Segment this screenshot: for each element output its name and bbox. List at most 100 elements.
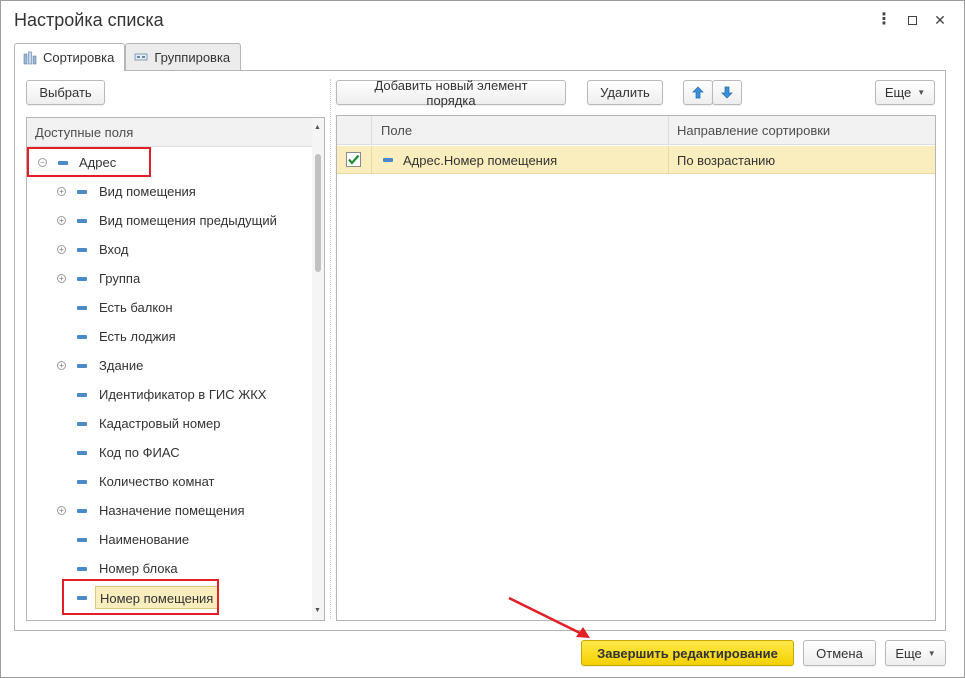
tree-item[interactable]: Количество комнат: [27, 467, 314, 496]
finish-editing-label: Завершить редактирование: [597, 645, 778, 661]
field-icon: [77, 218, 87, 223]
move-up-button[interactable]: [683, 80, 713, 105]
window-title: Настройка списка: [14, 10, 164, 30]
field-icon: [77, 450, 87, 455]
expand-icon[interactable]: +: [57, 245, 66, 254]
expand-icon[interactable]: +: [57, 216, 66, 225]
tab-bar: Сортировка Группировка: [14, 43, 242, 71]
chevron-down-icon: ▼: [917, 88, 926, 97]
tab-sort-label: Сортировка: [43, 50, 115, 65]
field-icon: [77, 421, 87, 426]
cancel-button-label: Отмена: [816, 645, 863, 661]
field-icon: [77, 479, 87, 484]
tab-sort[interactable]: Сортировка: [14, 43, 126, 71]
column-direction-label: Направление сортировки: [677, 123, 831, 138]
column-field[interactable]: Поле: [372, 116, 412, 145]
tree-item-label: Есть балкон: [99, 300, 173, 315]
grid-header: Поле Направление сортировки: [337, 116, 935, 145]
row-direction-value[interactable]: По возрастанию: [677, 153, 775, 168]
field-icon: [77, 392, 87, 397]
field-icon: [383, 158, 393, 162]
tree-item[interactable]: Есть балкон: [27, 293, 314, 322]
expand-icon[interactable]: +: [57, 361, 66, 370]
settings-window: Настройка списка ⋮ ✕ Сортировка Группиро…: [0, 0, 965, 678]
chevron-down-icon: ▼: [927, 648, 936, 658]
window-controls: ⋮ ✕: [870, 9, 954, 31]
field-icon: [77, 363, 87, 368]
tree-item[interactable]: Наименование: [27, 525, 314, 554]
select-button[interactable]: Выбрать: [26, 80, 105, 105]
column-direction[interactable]: Направление сортировки: [668, 116, 830, 145]
close-icon[interactable]: ✕: [926, 9, 954, 31]
maximize-icon[interactable]: [898, 9, 926, 31]
tree-item-label: Группа: [99, 271, 141, 286]
scroll-thumb[interactable]: [315, 154, 321, 272]
tree-item[interactable]: Кадастровый номер: [27, 409, 314, 438]
tree-item-label: Вход: [99, 242, 129, 257]
tree-item-label: Номер блока: [99, 561, 178, 576]
tree-item-label: Здание: [99, 358, 144, 373]
field-icon: [77, 189, 87, 194]
row-field-value: Адрес.Номер помещения: [403, 153, 558, 168]
field-icon: [77, 247, 87, 252]
panel-divider[interactable]: [330, 79, 331, 619]
tree-item[interactable]: + Назначение помещения: [27, 496, 314, 525]
tree-item-label: Наименование: [99, 532, 190, 547]
group-icon: [134, 53, 148, 61]
column-field-label: Поле: [381, 123, 413, 138]
arrow-up-icon: [692, 86, 704, 99]
footer-more-button[interactable]: Еще ▼: [885, 640, 946, 666]
expand-icon[interactable]: +: [57, 274, 66, 283]
available-fields-header: Доступные поля: [27, 118, 324, 147]
field-icon: [77, 566, 87, 571]
sort-tab-panel: Выбрать Добавить новый элемент порядка У…: [14, 70, 946, 631]
tree-item-label: Идентификатор в ГИС ЖКХ: [99, 387, 267, 402]
delete-button[interactable]: Удалить: [587, 80, 663, 105]
tree-item[interactable]: + Вид помещения: [27, 177, 314, 206]
tree-item[interactable]: Код по ФИАС: [27, 438, 314, 467]
tree-item[interactable]: Есть лоджия: [27, 322, 314, 351]
tree-item[interactable]: + Вход: [27, 235, 314, 264]
scroll-down-icon[interactable]: ▼: [314, 607, 321, 614]
available-fields-tree: − Адрес + Вид помещения + Вид помещения …: [27, 148, 314, 620]
add-order-item-label: Добавить новый элемент порядка: [374, 77, 528, 108]
tree-item-label: Есть лоджия: [99, 329, 176, 344]
tree-item-label: Вид помещения: [99, 184, 196, 199]
tree-item[interactable]: + Группа: [27, 264, 314, 293]
more-vert-icon[interactable]: ⋮: [870, 9, 898, 31]
table-row[interactable]: Адрес.Номер помещения По возрастанию: [337, 146, 935, 174]
delete-button-label: Удалить: [600, 85, 650, 100]
tree-item[interactable]: + Здание: [27, 351, 314, 380]
tree-item-label: Код по ФИАС: [99, 445, 180, 460]
field-icon: [77, 537, 87, 542]
expand-icon[interactable]: +: [57, 506, 66, 515]
tree-item-label: Назначение помещения: [99, 503, 245, 518]
add-order-item-button[interactable]: Добавить новый элемент порядка: [336, 77, 566, 108]
field-icon: [77, 508, 87, 513]
tree-item-label: Количество комнат: [99, 474, 215, 489]
right-more-button[interactable]: Еще ▼: [875, 80, 935, 105]
expand-icon[interactable]: +: [57, 187, 66, 196]
tree-item[interactable]: Идентификатор в ГИС ЖКХ: [27, 380, 314, 409]
sort-order-grid: Поле Направление сортировки Адрес.Номер …: [336, 115, 936, 621]
footer-more-label: Еще: [895, 645, 922, 661]
tree-scrollbar[interactable]: ▲ ▼: [312, 118, 324, 620]
highlight-frame-address: [27, 147, 151, 177]
available-fields-header-label: Доступные поля: [35, 124, 134, 140]
select-button-label: Выбрать: [39, 85, 92, 100]
finish-editing-button[interactable]: Завершить редактирование: [581, 640, 794, 666]
available-fields-panel: Доступные поля − Адрес + Вид помещения +: [26, 117, 325, 621]
scroll-up-icon[interactable]: ▲: [314, 124, 321, 131]
tab-group-label: Группировка: [154, 49, 231, 65]
tree-item-label: Кадастровый номер: [99, 416, 221, 431]
annotation-arrow: [508, 596, 590, 638]
cancel-button[interactable]: Отмена: [803, 640, 876, 666]
row-checkbox[interactable]: [346, 152, 361, 167]
field-icon: [77, 276, 87, 281]
tree-item[interactable]: + Вид помещения предыдущий: [27, 206, 314, 235]
field-icon: [77, 334, 87, 339]
tab-group[interactable]: Группировка: [125, 43, 242, 70]
tree-item-label: Вид помещения предыдущий: [99, 213, 277, 228]
move-down-button[interactable]: [712, 80, 742, 105]
arrow-down-icon: [721, 86, 733, 99]
